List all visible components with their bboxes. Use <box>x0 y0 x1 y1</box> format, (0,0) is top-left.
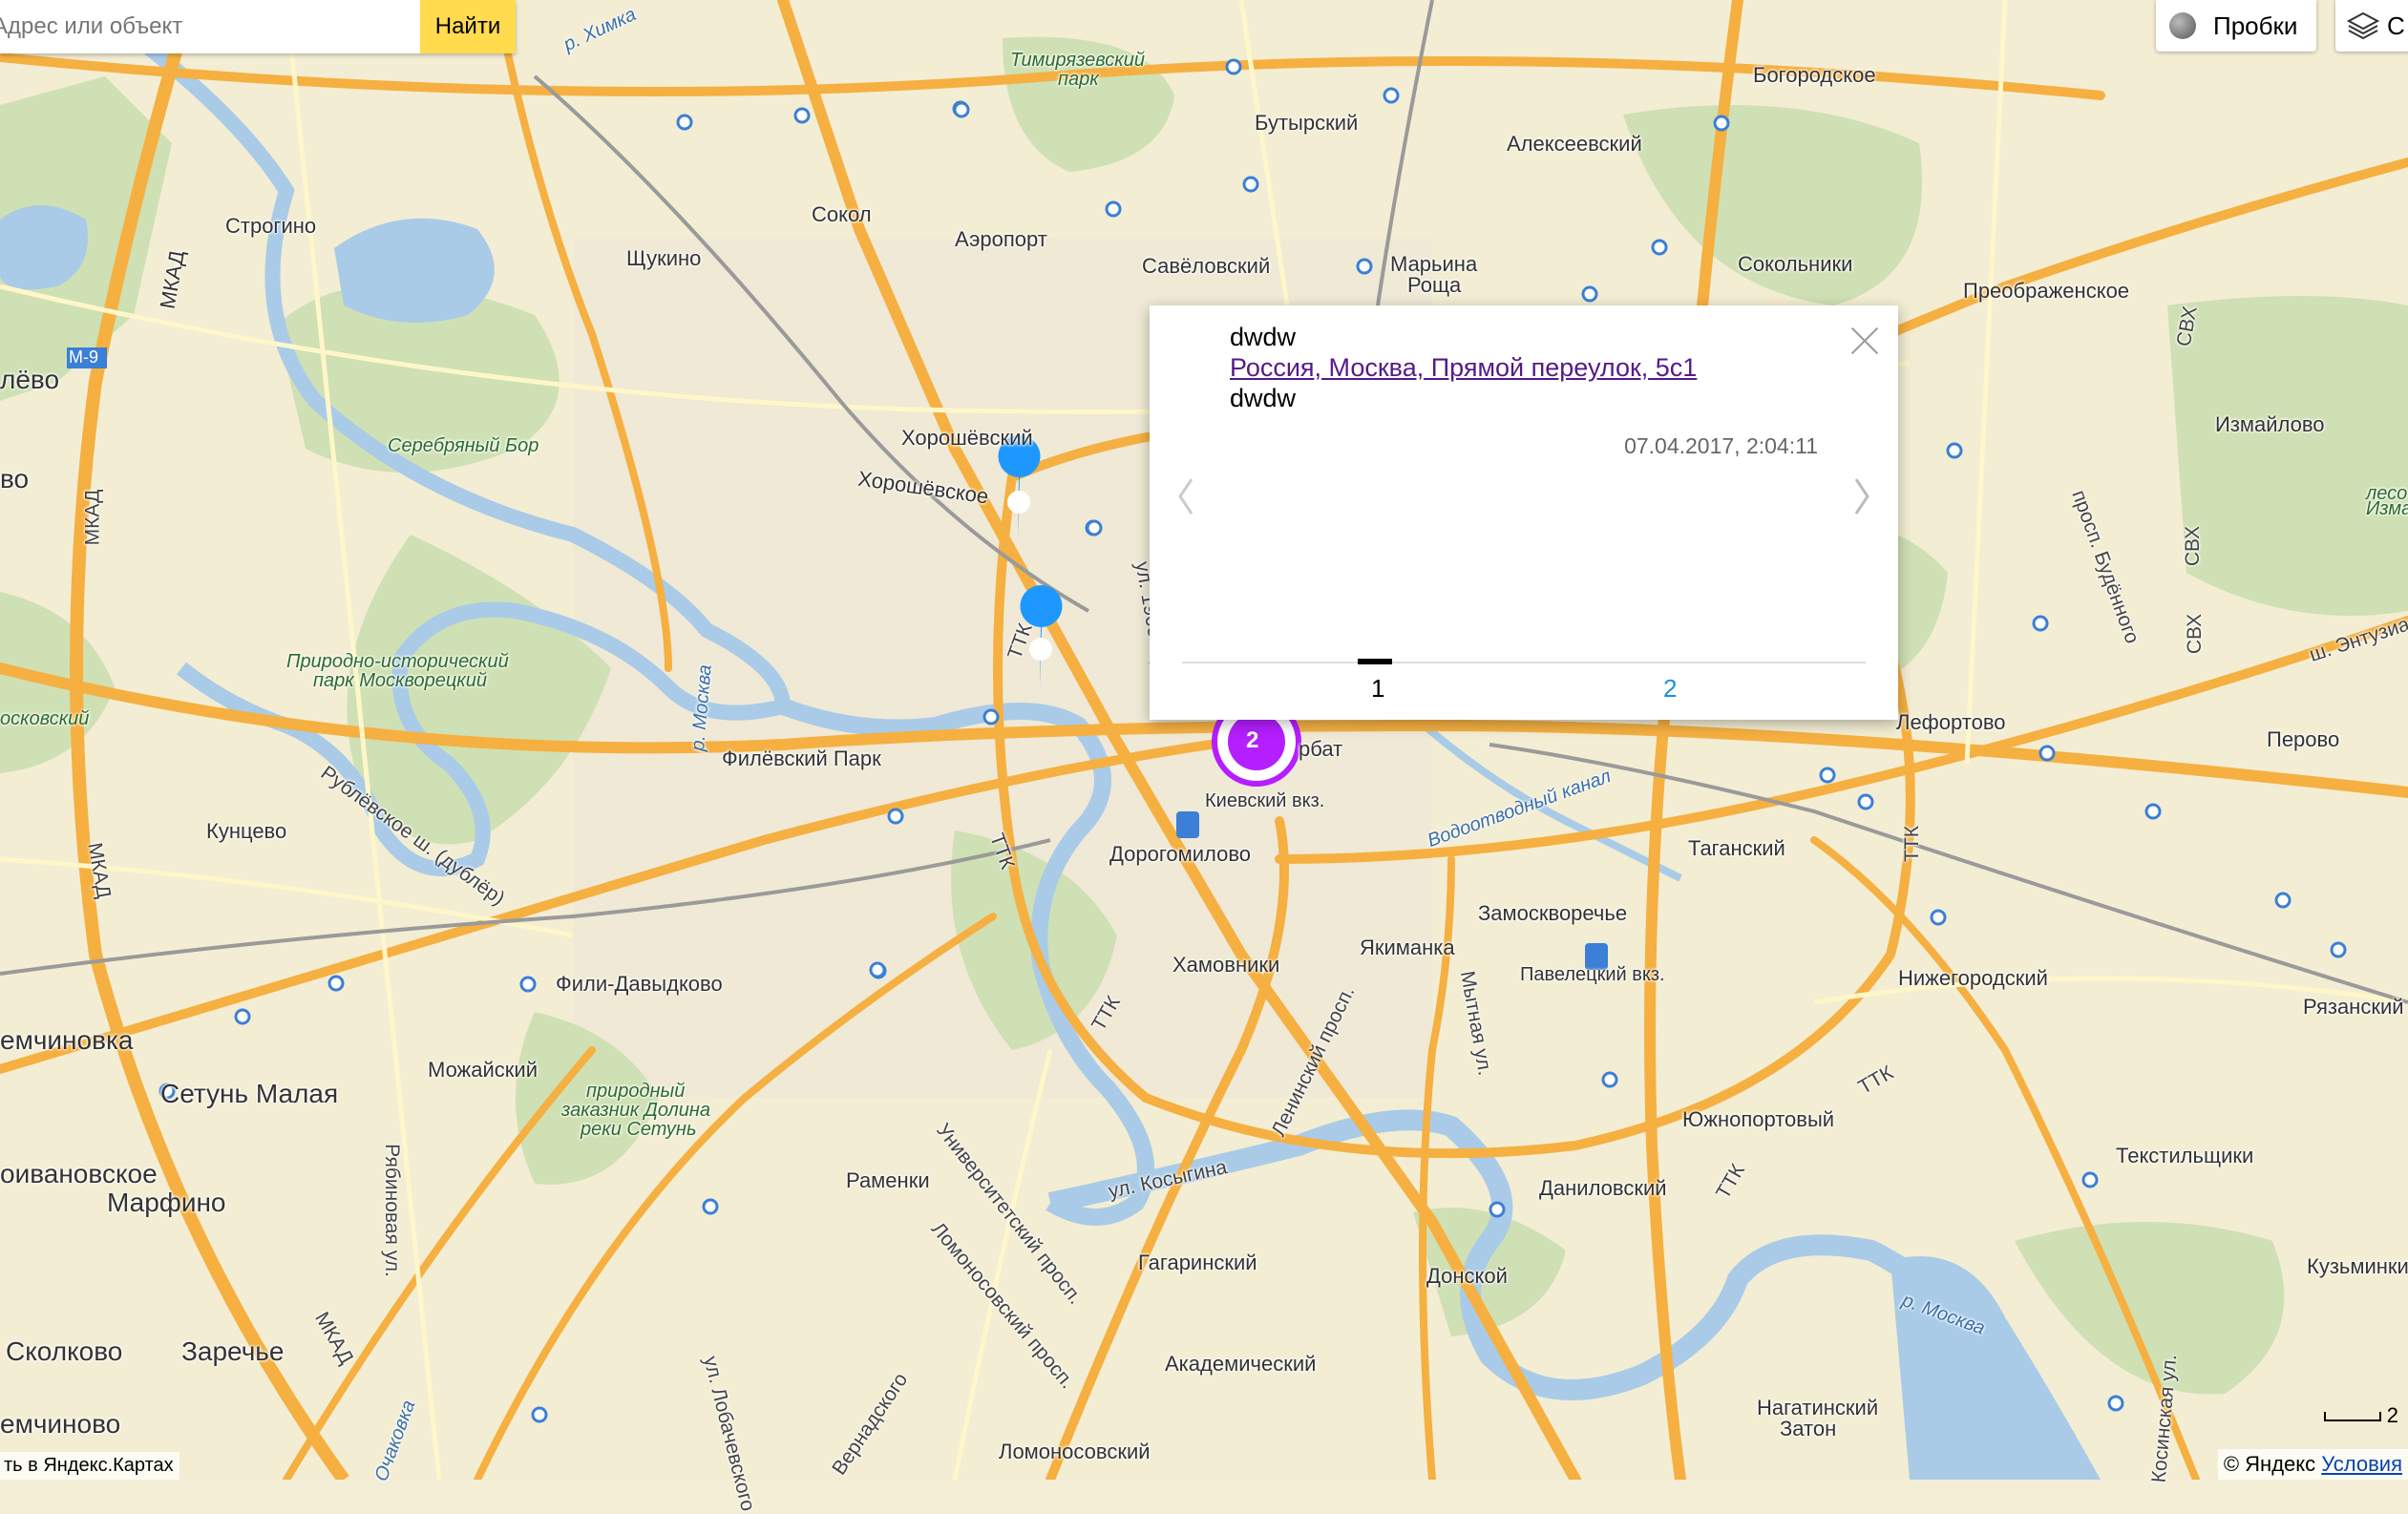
district-label: Кузьминки <box>2307 1254 2408 1278</box>
district-label: рбат <box>1299 737 1343 761</box>
chevron-right-icon[interactable] <box>1845 470 1879 523</box>
district-label: Академический <box>1165 1352 1317 1376</box>
district-label: Хорошёвский <box>901 426 1033 450</box>
district-label: Бутырский <box>1255 111 1359 135</box>
open-in-yandex-link[interactable]: ть в Яндекс.Картах <box>0 1452 180 1480</box>
district-label: Марфино <box>107 1188 226 1217</box>
district-label: Кунцево <box>206 819 287 843</box>
scale-line: 2 <box>2323 1403 2398 1428</box>
layers-icon <box>2347 11 2379 40</box>
district-label: Савёловский <box>1142 254 1271 278</box>
district-label: Сокольники <box>1738 252 1853 276</box>
district-label: Лефортово <box>1896 710 2006 734</box>
traffic-light-icon <box>2169 12 2196 39</box>
district-label: во <box>0 464 30 494</box>
district-label: Раменки <box>846 1168 930 1192</box>
district-label: Донской <box>1426 1264 1508 1288</box>
district-label: Щукино <box>626 246 702 270</box>
park-label: реки Сетунь <box>581 1119 697 1140</box>
road-shield: М-9 <box>69 347 98 367</box>
road-label: МКАД <box>81 489 104 546</box>
road-label: Рябиновая ул. <box>380 1144 403 1277</box>
district-label: лёво <box>0 365 60 394</box>
cluster-count: 2 <box>1246 727 1259 753</box>
district-label: Можайский <box>428 1058 539 1082</box>
district-label: Строгино <box>225 214 317 238</box>
district-label: Измайлово <box>2215 412 2325 436</box>
district-label: Сетунь Малая <box>160 1079 339 1108</box>
layers-button[interactable]: С <box>2335 0 2408 52</box>
district-label: Южнопортовый <box>1682 1107 1835 1131</box>
district-label: Таганский <box>1688 836 1785 860</box>
road-label: СВХ <box>2182 525 2205 567</box>
district-label: Гагаринский <box>1138 1251 1257 1274</box>
search-bar: Найти <box>0 0 516 53</box>
district-label: Преображенское <box>1963 279 2130 303</box>
district-label: Сколково <box>6 1336 123 1366</box>
district-label: Якиманка <box>1360 936 1455 959</box>
park-label: Изма <box>2366 498 2408 519</box>
district-label: Аэропорт <box>955 227 1047 251</box>
traffic-button[interactable]: Пробки <box>2156 0 2316 52</box>
district-label: Рязанский <box>2303 995 2404 1019</box>
district-label: емчиновка <box>0 1025 134 1055</box>
district-label: Дорогомилово <box>1109 842 1252 866</box>
railway-station-icon <box>1176 811 1199 838</box>
district-label: Роща <box>1407 273 1462 297</box>
district-label: Замоскворечье <box>1478 901 1628 925</box>
pager-indicator <box>1358 659 1392 664</box>
district-label: Сокол <box>812 202 872 226</box>
terms-link[interactable]: Условия <box>2321 1452 2402 1476</box>
district-label: Затон <box>1780 1417 1837 1440</box>
station-label: Павелецкий вкз. <box>1520 964 1665 985</box>
park-label: парк <box>1058 69 1099 90</box>
balloon-title: dwdw <box>1230 323 1297 351</box>
close-icon[interactable] <box>1848 325 1881 357</box>
station-label: Киевский вкз. <box>1205 790 1325 811</box>
district-label: Нижегородский <box>1898 966 2048 990</box>
park-label: Серебряный Бор <box>388 435 539 456</box>
info-balloon: dwdw Россия, Москва, Прямой переулок, 5с… <box>1150 305 1898 720</box>
district-label: емчиново <box>0 1409 121 1439</box>
address-link[interactable]: Россия, Москва, Прямой переулок, 5с1 <box>1230 353 1697 383</box>
search-input[interactable] <box>0 0 420 53</box>
district-label: Филёвский Парк <box>722 746 881 770</box>
park-label: парк Москворецкий <box>313 670 487 691</box>
pager-page-1[interactable]: 1 <box>1371 674 1384 704</box>
traffic-label: Пробки <box>2213 11 2298 40</box>
district-label: Текстильщики <box>2116 1144 2254 1167</box>
copyright: © Яндекс Условия <box>2217 1449 2408 1480</box>
chevron-left-icon[interactable] <box>1169 470 1203 523</box>
district-label: Даниловский <box>1539 1176 1667 1200</box>
layers-label: С <box>2387 11 2405 40</box>
road-label: СВХ <box>2184 613 2207 655</box>
district-label: Алексеевский <box>1507 132 1642 156</box>
district-label: Богородское <box>1753 63 1876 87</box>
park-label: осковский <box>0 708 90 729</box>
district-label: Ломоносовский <box>999 1440 1151 1463</box>
district-label: оивановское <box>0 1159 158 1188</box>
road-label: ТТК <box>1900 826 1923 862</box>
pager-page-2[interactable]: 2 <box>1663 674 1677 704</box>
district-label: Хамовники <box>1172 953 1280 977</box>
district-label: Фили-Давыдково <box>556 972 723 996</box>
district-label: Перово <box>2267 727 2340 751</box>
district-label: Заречье <box>181 1336 285 1366</box>
balloon-date: 07.04.2017, 2:04:11 <box>1624 433 1818 458</box>
balloon-text: dwdw <box>1230 384 1297 412</box>
pager-track <box>1182 662 1866 663</box>
search-button[interactable]: Найти <box>420 0 516 53</box>
